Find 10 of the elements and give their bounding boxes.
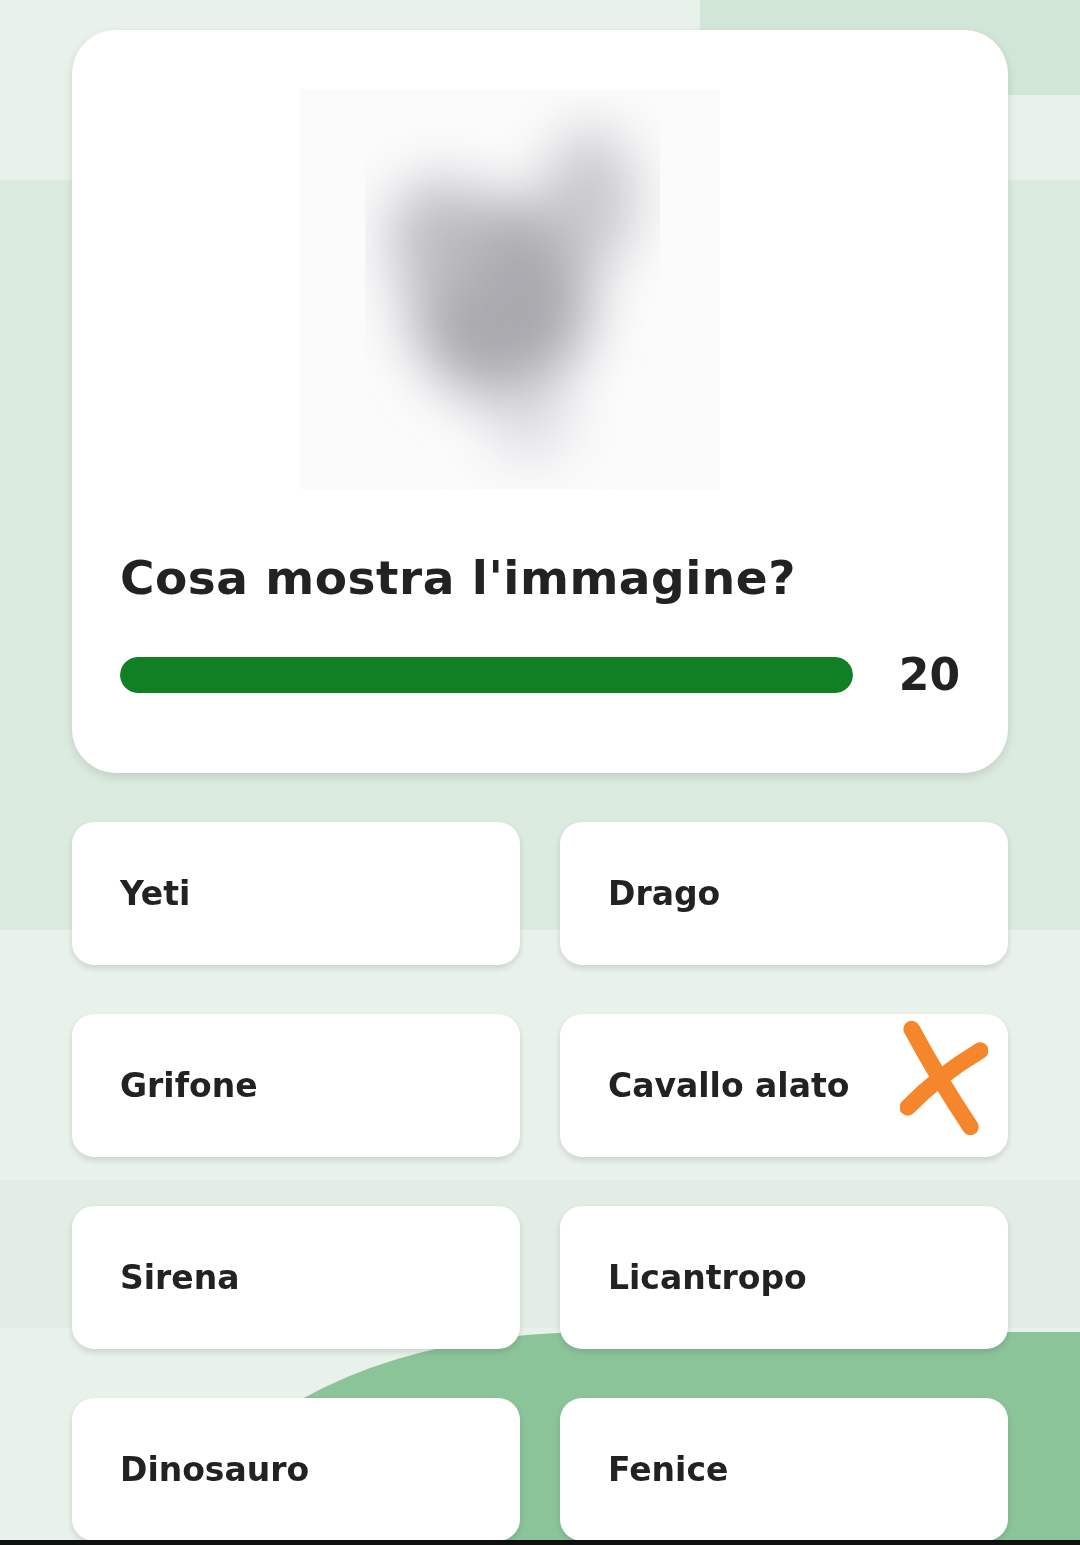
question-text: Cosa mostra l'immagine? (120, 550, 797, 605)
answer-button[interactable]: Yeti (72, 822, 520, 965)
answer-button[interactable]: Fenice (560, 1398, 1008, 1541)
answer-button[interactable]: Grifone (72, 1014, 520, 1157)
answer-button[interactable]: Cavallo alato (560, 1014, 1008, 1157)
answer-button[interactable]: Drago (560, 822, 1008, 965)
answer-button[interactable]: Licantropo (560, 1206, 1008, 1349)
answer-button[interactable]: Dinosauro (72, 1398, 520, 1541)
answer-button[interactable]: Sirena (72, 1206, 520, 1349)
timer-count: 20 (898, 649, 960, 700)
